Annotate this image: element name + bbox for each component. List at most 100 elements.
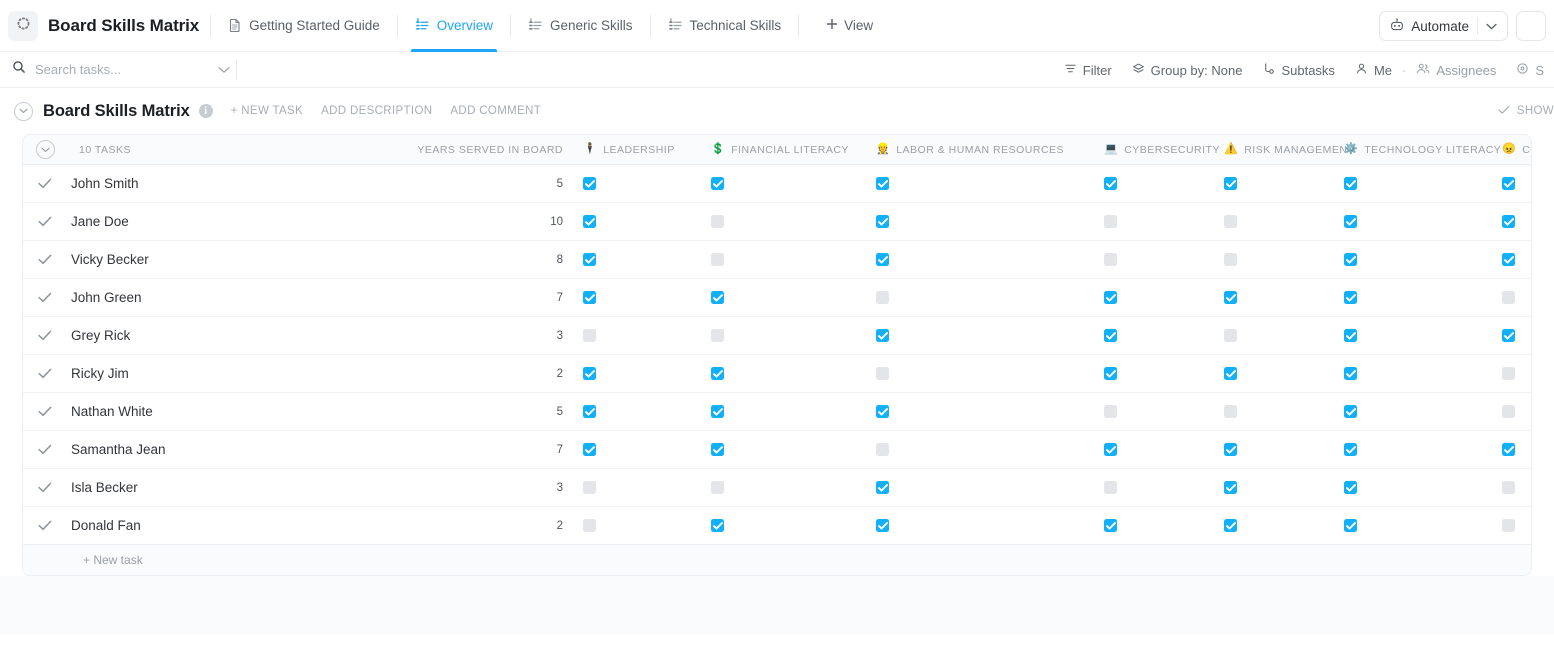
skill-cell-conflict-management[interactable] [1496, 481, 1531, 494]
checkbox-unchecked[interactable] [1104, 481, 1117, 494]
checkbox-checked[interactable] [1502, 443, 1515, 456]
checkbox-unchecked[interactable] [583, 329, 596, 342]
checkbox-unchecked[interactable] [583, 481, 596, 494]
skill-cell-cybersecurity[interactable] [1098, 519, 1218, 532]
skill-cell-risk-management[interactable] [1218, 367, 1338, 380]
add-comment-button[interactable]: ADD COMMENT [450, 105, 541, 117]
years-served-value[interactable]: 2 [407, 520, 577, 532]
new-task-button[interactable]: + NEW TASK [231, 105, 303, 117]
column-header-technology-literacy[interactable]: ⚙️ TECHNOLOGY LITERACY [1338, 144, 1501, 156]
table-row[interactable]: Isla Becker 3 [23, 469, 1531, 507]
row-complete-toggle[interactable] [23, 518, 67, 534]
row-complete-toggle[interactable] [23, 480, 67, 496]
skill-cell-labor-human-resources[interactable] [870, 253, 1098, 266]
skill-cell-technology-literacy[interactable] [1338, 253, 1496, 266]
subtasks-button[interactable]: Subtasks [1252, 62, 1344, 78]
skill-cell-technology-literacy[interactable] [1338, 367, 1496, 380]
column-header-labor-human-resources[interactable]: 👷 LABOR & HUMAN RESOURCES [870, 144, 1098, 156]
skill-cell-technology-literacy[interactable] [1338, 177, 1496, 190]
skill-cell-risk-management[interactable] [1218, 291, 1338, 304]
checkbox-checked[interactable] [1502, 177, 1515, 190]
checkbox-checked[interactable] [711, 405, 724, 418]
checkbox-checked[interactable] [1104, 291, 1117, 304]
skill-cell-leadership[interactable] [577, 519, 705, 532]
me-filter-button[interactable]: Me [1345, 62, 1402, 78]
skill-cell-leadership[interactable] [577, 481, 705, 494]
checkbox-unchecked[interactable] [1502, 367, 1515, 380]
checkbox-unchecked[interactable] [1224, 329, 1237, 342]
skill-cell-labor-human-resources[interactable] [870, 215, 1098, 228]
skill-cell-financial-literacy[interactable] [705, 405, 870, 418]
row-complete-toggle[interactable] [23, 404, 67, 420]
checkbox-checked[interactable] [876, 177, 889, 190]
skill-cell-conflict-management[interactable] [1496, 329, 1531, 342]
chevron-down-circle-icon[interactable] [35, 140, 55, 159]
row-complete-toggle[interactable] [23, 442, 67, 458]
checkbox-unchecked[interactable] [711, 253, 724, 266]
skill-cell-labor-human-resources[interactable] [870, 329, 1098, 342]
column-header-leadership[interactable]: 🕴️ LEADERSHIP [577, 144, 705, 156]
skill-cell-labor-human-resources[interactable] [870, 481, 1098, 494]
years-served-value[interactable]: 3 [407, 482, 577, 494]
years-served-value[interactable]: 10 [407, 216, 577, 228]
checkbox-unchecked[interactable] [1104, 215, 1117, 228]
checkbox-unchecked[interactable] [1502, 519, 1515, 532]
skill-cell-leadership[interactable] [577, 367, 705, 380]
skill-cell-cybersecurity[interactable] [1098, 177, 1218, 190]
checkbox-checked[interactable] [1104, 443, 1117, 456]
row-complete-toggle[interactable] [23, 366, 67, 382]
skill-cell-financial-literacy[interactable] [705, 215, 870, 228]
row-complete-toggle[interactable] [23, 290, 67, 306]
skill-cell-risk-management[interactable] [1218, 519, 1338, 532]
skill-cell-conflict-management[interactable] [1496, 519, 1531, 532]
checkbox-checked[interactable] [876, 253, 889, 266]
table-row[interactable]: John Green 7 [23, 279, 1531, 317]
checkbox-unchecked[interactable] [711, 481, 724, 494]
checkbox-checked[interactable] [711, 443, 724, 456]
years-served-value[interactable]: 7 [407, 292, 577, 304]
checkbox-checked[interactable] [1224, 443, 1237, 456]
filter-button[interactable]: Filter [1054, 62, 1122, 78]
skill-cell-risk-management[interactable] [1218, 405, 1338, 418]
task-name[interactable]: Ricky Jim [67, 366, 407, 381]
checkbox-checked[interactable] [583, 405, 596, 418]
skill-cell-leadership[interactable] [577, 405, 705, 418]
skill-cell-conflict-management[interactable] [1496, 215, 1531, 228]
skill-cell-financial-literacy[interactable] [705, 519, 870, 532]
skill-cell-leadership[interactable] [577, 215, 705, 228]
skill-cell-labor-human-resources[interactable] [870, 443, 1098, 456]
checkbox-checked[interactable] [1224, 367, 1237, 380]
checkbox-unchecked[interactable] [583, 519, 596, 532]
tab-generic-skills[interactable]: Generic Skills [522, 0, 639, 52]
skill-cell-leadership[interactable] [577, 291, 705, 304]
checkbox-checked[interactable] [711, 291, 724, 304]
group-by-button[interactable]: Group by: None [1122, 62, 1253, 78]
skill-cell-cybersecurity[interactable] [1098, 443, 1218, 456]
chevron-down-icon[interactable] [218, 61, 230, 79]
task-name[interactable]: Jane Doe [67, 214, 407, 229]
skill-cell-cybersecurity[interactable] [1098, 481, 1218, 494]
skill-cell-risk-management[interactable] [1218, 329, 1338, 342]
assignees-button[interactable]: Assignees [1406, 62, 1506, 78]
automate-button[interactable]: Automate [1379, 11, 1508, 41]
checkbox-checked[interactable] [1104, 329, 1117, 342]
checkbox-unchecked[interactable] [1502, 405, 1515, 418]
checkbox-checked[interactable] [711, 177, 724, 190]
task-name[interactable]: Isla Becker [67, 480, 407, 495]
skill-cell-financial-literacy[interactable] [705, 253, 870, 266]
task-name[interactable]: John Green [67, 290, 407, 305]
checkbox-checked[interactable] [1344, 367, 1357, 380]
checkbox-checked[interactable] [1344, 443, 1357, 456]
skill-cell-labor-human-resources[interactable] [870, 291, 1098, 304]
show-closed-toggle[interactable]: SHOW [1498, 105, 1554, 118]
tab-overview[interactable]: Overview [409, 0, 499, 52]
column-header-years[interactable]: YEARS SERVED IN BOARD [407, 144, 577, 156]
checkbox-unchecked[interactable] [1104, 253, 1117, 266]
task-name[interactable]: John Smith [67, 176, 407, 191]
task-name[interactable]: Nathan White [67, 404, 407, 419]
checkbox-checked[interactable] [876, 329, 889, 342]
checkbox-unchecked[interactable] [1104, 405, 1117, 418]
years-served-value[interactable]: 5 [407, 406, 577, 418]
group-collapse-toggle[interactable] [23, 140, 67, 159]
checkbox-checked[interactable] [1104, 367, 1117, 380]
